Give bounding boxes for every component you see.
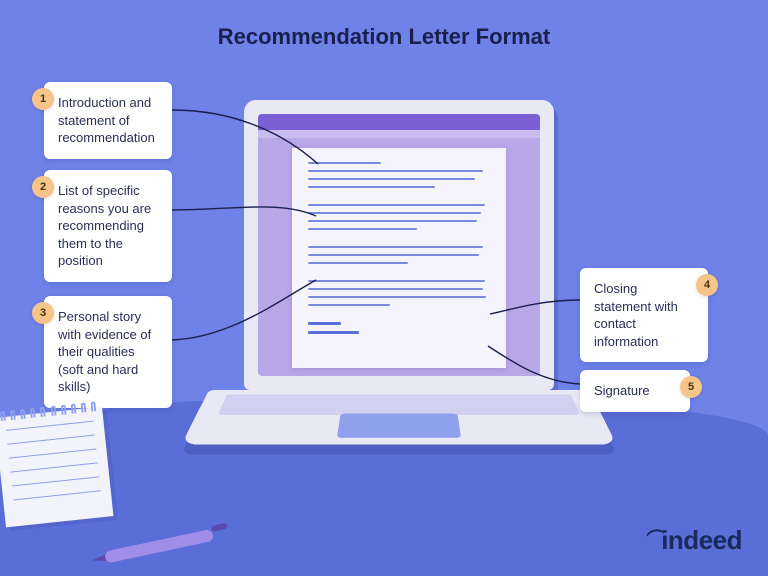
callout-number-4: 4 bbox=[696, 274, 718, 296]
laptop-screen bbox=[258, 114, 540, 376]
diagram-title: Recommendation Letter Format bbox=[0, 24, 768, 50]
browser-sub-bar bbox=[258, 130, 540, 138]
document-preview bbox=[292, 148, 506, 368]
callout-number-2: 2 bbox=[32, 176, 54, 198]
callout-number-5: 5 bbox=[680, 376, 702, 398]
trackpad bbox=[337, 414, 461, 438]
callout-number-3: 3 bbox=[32, 302, 54, 324]
callout-closing: Closing statement with contact informati… bbox=[580, 268, 708, 362]
laptop-illustration bbox=[244, 100, 554, 480]
indeed-logo: ⌒indeed bbox=[647, 525, 742, 556]
callout-number-1: 1 bbox=[32, 88, 54, 110]
laptop-screen-frame bbox=[244, 100, 554, 390]
laptop-keyboard bbox=[181, 390, 616, 445]
logo-text: indeed bbox=[661, 525, 742, 555]
callout-signature: Signature bbox=[580, 370, 690, 412]
callout-personal-story: Personal story with evidence of their qu… bbox=[44, 296, 172, 408]
callout-introduction: Introduction and statement of recommenda… bbox=[44, 82, 172, 159]
browser-bar bbox=[258, 114, 540, 130]
callout-reasons: List of specific reasons you are recomme… bbox=[44, 170, 172, 282]
notepad-illustration bbox=[0, 407, 113, 528]
